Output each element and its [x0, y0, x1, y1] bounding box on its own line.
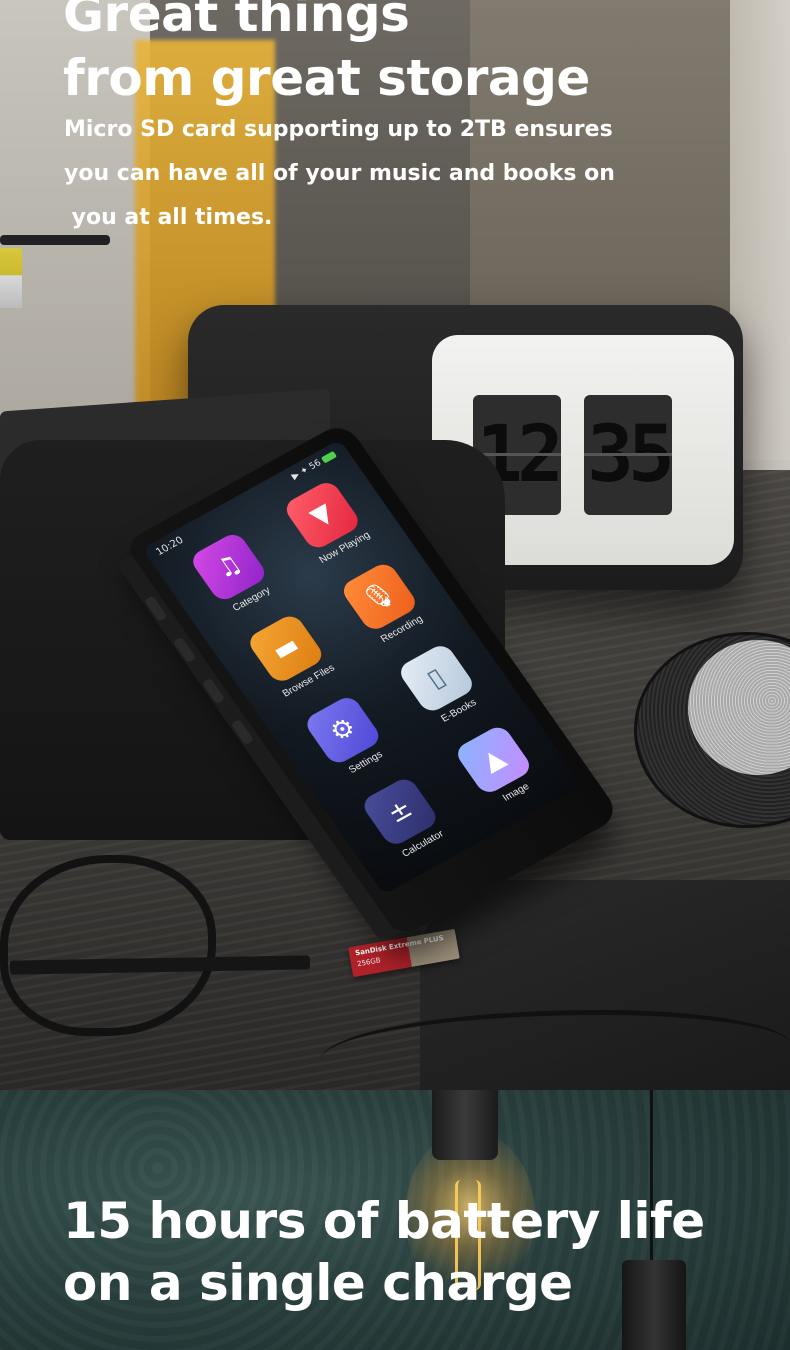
sd-card-capacity: 256GB	[356, 956, 382, 969]
status-time: 10:20	[154, 534, 186, 559]
eyeglasses	[0, 855, 216, 1036]
storage-description-line: Micro SD card supporting up to 2TB ensur…	[64, 117, 613, 142]
storage-section: 12 35 SanDisk Extreme PLUS 256GB 10:20 ▶…	[0, 0, 790, 1090]
storage-description: Micro SD card supporting up to 2TB ensur…	[64, 108, 664, 240]
battery-headline-line: on a single charge	[63, 1254, 573, 1312]
storage-headline-line: Great things	[63, 0, 410, 43]
battery-headline: 15 hours of battery life on a single cha…	[63, 1190, 783, 1314]
clock-minute-card: 35	[584, 395, 675, 515]
battery-icon	[320, 450, 338, 464]
storage-headline-line: from great storage	[63, 49, 590, 107]
battery-headline-line: 15 hours of battery life	[63, 1192, 705, 1250]
pendant-lamp-socket	[432, 1090, 498, 1160]
turntable-cartridge	[0, 248, 22, 308]
storage-headline: Great things from great storage	[63, 0, 763, 110]
battery-section: 15 hours of battery life on a single cha…	[0, 1090, 790, 1350]
storage-description-line: you can have all of your music and books…	[64, 161, 615, 186]
storage-description-line: you at all times.	[64, 205, 273, 230]
